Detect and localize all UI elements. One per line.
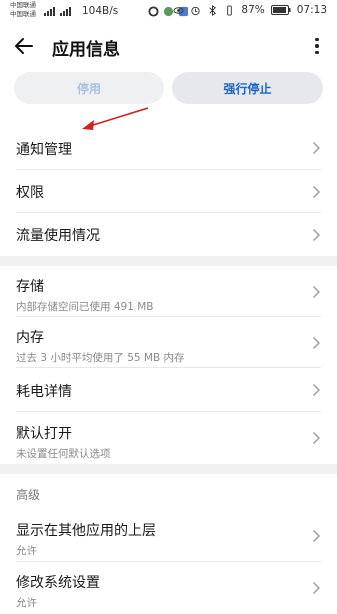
section-gap (0, 464, 337, 474)
battery-icon (270, 5, 291, 15)
chevron-right-icon (313, 582, 320, 594)
signal-icon (44, 6, 74, 16)
more-vert-icon-dot (315, 50, 319, 55)
list-item-summary: 内部存储空间已使用 491 MB (16, 301, 154, 313)
section-gap (0, 256, 337, 266)
page-title: 应用信息 (52, 40, 120, 60)
chevron-right-icon (313, 384, 320, 396)
list-item-label: 耗电详情 (16, 384, 72, 400)
chevron-right-icon (313, 285, 320, 298)
app-bar: 应用信息 (0, 24, 337, 70)
more-vert-icon-dot (315, 44, 319, 48)
list-item-memory[interactable]: 内存 过去 3 小时平均使用了 55 MB 内存 (0, 317, 337, 368)
list-item-storage[interactable]: 存储 内部存储空间已使用 491 MB (0, 266, 337, 317)
chevron-right-icon (313, 185, 320, 198)
eye-icon (173, 6, 184, 14)
list-item-label: 存储 (16, 279, 44, 295)
list-item-label: 权限 (16, 185, 44, 201)
list-item-summary: 允许 (16, 597, 37, 609)
clock: 07:13 (296, 4, 327, 16)
more-options-button[interactable] (307, 32, 327, 60)
list-item-summary: 允许 (16, 545, 37, 557)
bluetooth-icon (209, 4, 217, 16)
carrier-labels: 中国联通 中国联通 (10, 1, 36, 19)
chevron-right-icon (313, 530, 320, 542)
disable-button[interactable]: 停用 (14, 72, 164, 104)
list-item-open-by-default[interactable]: 默认打开 未设置任何默认选项 (0, 412, 337, 464)
list-item-notification-management[interactable]: 通知管理 (0, 126, 337, 170)
list-item-label: 修改系统设置 (16, 575, 100, 591)
chevron-right-icon (313, 142, 320, 154)
chevron-right-icon (313, 336, 320, 349)
list-item-label: 流量使用情况 (16, 228, 100, 244)
carrier-1: 中国联通 (10, 1, 36, 9)
more-vert-icon (315, 37, 319, 42)
app-notification-icon (163, 6, 174, 17)
back-button[interactable] (10, 32, 38, 60)
list-item-data-usage[interactable]: 流量使用情况 (0, 213, 337, 256)
list-item-label: 显示在其他应用的上层 (16, 523, 156, 539)
net-speed: 104B/s (82, 5, 119, 17)
list-item-label: 默认打开 (16, 426, 72, 442)
list-item-modify-system-settings[interactable]: 修改系统设置 允许 (0, 562, 337, 614)
app-notification-icon (148, 6, 159, 17)
chevron-right-icon (313, 228, 320, 241)
list-item-label: 内存 (16, 330, 44, 346)
force-stop-button[interactable]: 强行停止 (172, 72, 323, 104)
list-item-display-over-other-apps[interactable]: 显示在其他应用的上层 允许 (0, 510, 337, 562)
vibrate-icon (227, 4, 233, 16)
status-bar: 中国联通 中国联通 104B/s 87% 07:13 (0, 0, 337, 24)
list-item-permissions[interactable]: 权限 (0, 170, 337, 213)
carrier-2: 中国联通 (10, 10, 36, 18)
list-item-label: 通知管理 (16, 142, 72, 158)
settings-list: 通知管理 权限 流量使用情况 存储 内部存储空间已使用 491 MB 内存 过去… (0, 126, 337, 614)
battery-percent: 87% (241, 4, 265, 16)
section-header-advanced: 高级 (16, 488, 41, 502)
alarm-icon (191, 6, 201, 15)
list-item-summary: 过去 3 小时平均使用了 55 MB 内存 (16, 352, 185, 364)
app-action-buttons: 停用 强行停止 (14, 72, 323, 104)
arrow-left-icon (15, 38, 33, 54)
chevron-right-icon (313, 432, 320, 444)
list-item-battery-details[interactable]: 耗电详情 (0, 368, 337, 412)
list-item-summary: 未设置任何默认选项 (16, 448, 111, 460)
